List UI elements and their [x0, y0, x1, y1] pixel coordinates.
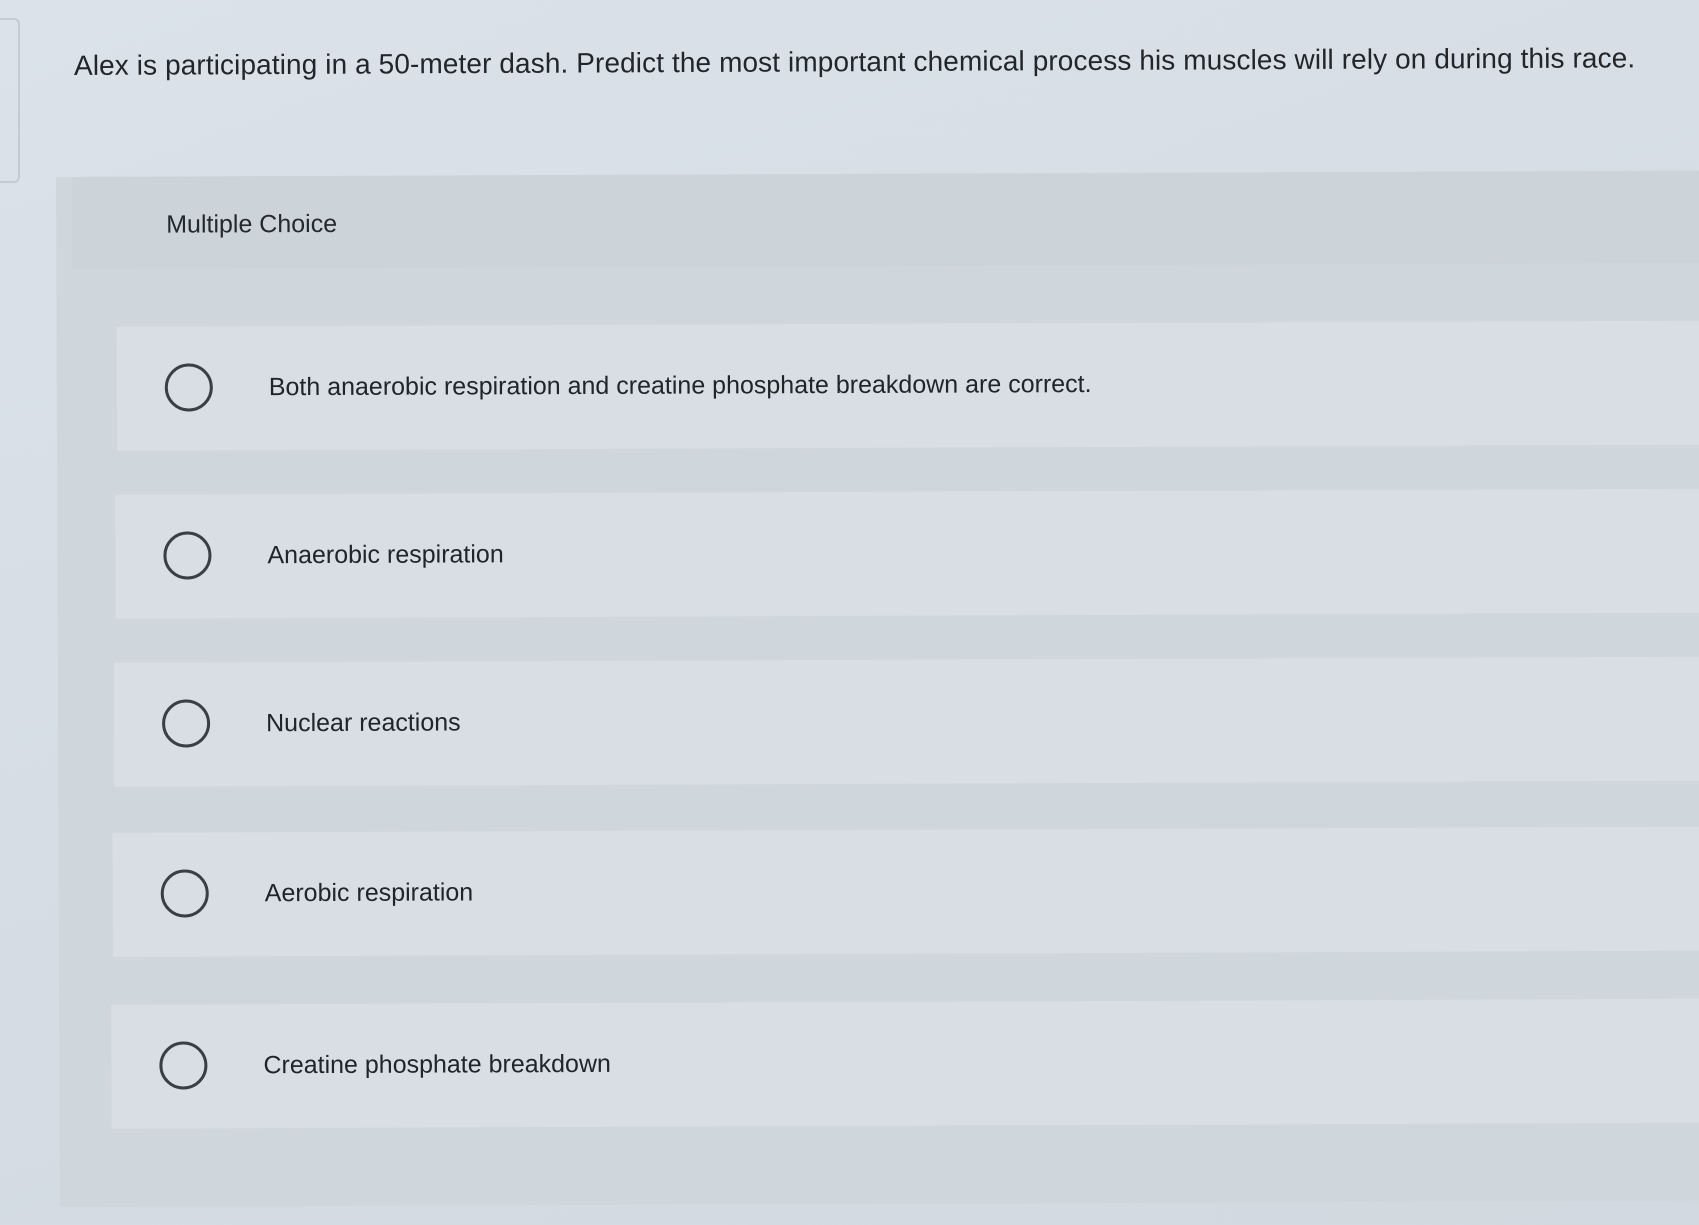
multiple-choice-panel: Multiple Choice Both anaerobic respirati…: [56, 170, 1699, 1207]
answer-option-4[interactable]: Aerobic respiration: [112, 826, 1699, 957]
answer-option-label: Anaerobic respiration: [267, 540, 504, 570]
multiple-choice-label: Multiple Choice: [166, 209, 338, 239]
radio-button-icon[interactable]: [162, 699, 211, 748]
answer-option-2[interactable]: Anaerobic respiration: [115, 488, 1699, 619]
radio-button-icon[interactable]: [160, 869, 209, 918]
answer-option-label: Creatine phosphate breakdown: [263, 1049, 611, 1080]
answer-option-5[interactable]: Creatine phosphate breakdown: [111, 998, 1699, 1129]
radio-button-icon[interactable]: [163, 531, 212, 580]
answer-option-label: Aerobic respiration: [264, 878, 474, 908]
radio-button-icon[interactable]: [159, 1041, 208, 1090]
question-prompt: Alex is participating in a 50-meter dash…: [73, 42, 1636, 81]
answer-option-label: Nuclear reactions: [266, 708, 461, 738]
answer-option-1[interactable]: Both anaerobic respiration and creatine …: [116, 320, 1699, 451]
left-panel-edge: [0, 18, 20, 183]
radio-button-icon[interactable]: [164, 363, 213, 412]
answer-option-3[interactable]: Nuclear reactions: [113, 656, 1699, 787]
multiple-choice-header: Multiple Choice: [71, 170, 1699, 269]
answer-option-label: Both anaerobic respiration and creatine …: [268, 370, 1092, 402]
